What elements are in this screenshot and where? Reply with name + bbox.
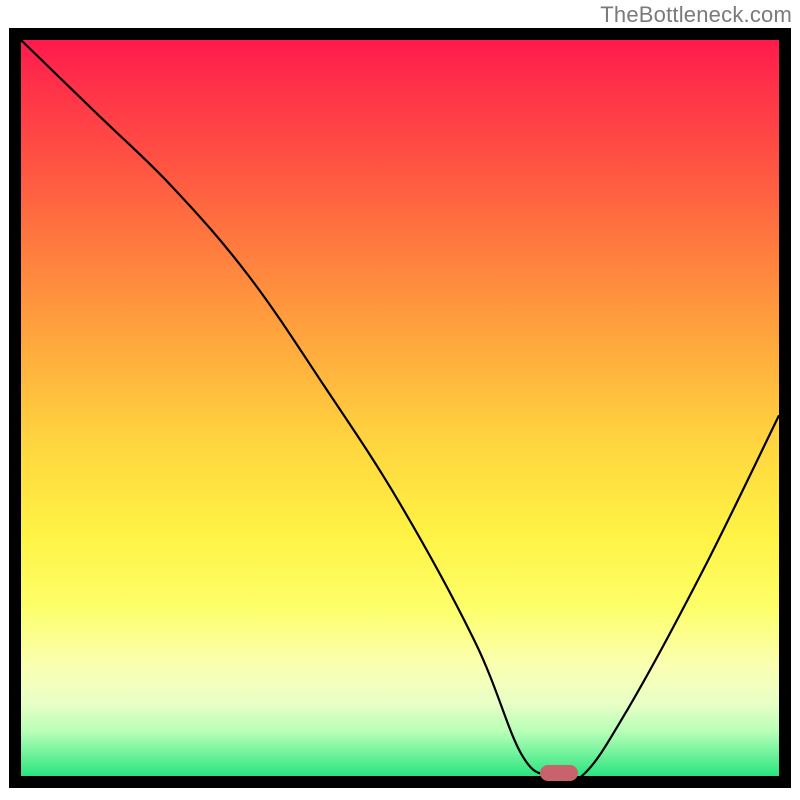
sweet-spot-marker <box>540 765 578 781</box>
chart-container: TheBottleneck.com <box>0 0 800 800</box>
watermark-text: TheBottleneck.com <box>600 2 792 28</box>
plot-gradient-area <box>21 40 779 776</box>
bottleneck-curve <box>21 40 779 776</box>
plot-frame <box>9 28 791 788</box>
